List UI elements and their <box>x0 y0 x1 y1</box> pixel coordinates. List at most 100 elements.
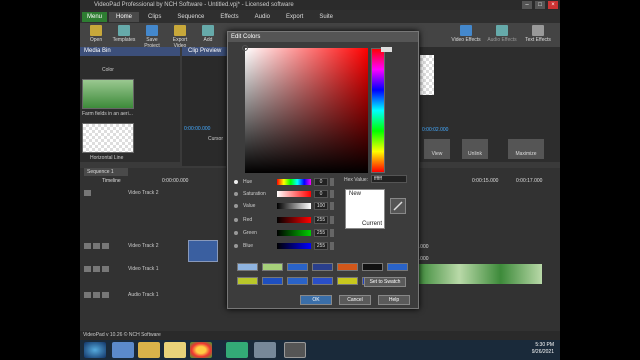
green-input[interactable]: 255 <box>314 229 328 237</box>
red-spinner[interactable] <box>330 216 334 224</box>
view-button[interactable]: View <box>424 139 450 159</box>
hue-spinner[interactable] <box>330 178 334 186</box>
value-bar[interactable] <box>277 203 311 209</box>
swatch-8[interactable] <box>237 277 258 285</box>
swatch-9[interactable] <box>262 277 283 285</box>
red-input[interactable]: 255 <box>314 216 328 224</box>
menu-bar: Menu Home Clips Sequence Effects Audio E… <box>80 10 560 23</box>
templates-button[interactable]: Templates <box>110 23 138 47</box>
dialog-title: Edit Colors <box>228 32 418 42</box>
video-fx-icon <box>460 25 472 36</box>
maximize-preview-button[interactable]: Maximize <box>508 139 544 159</box>
menu-button[interactable]: Menu <box>82 11 108 22</box>
red-bar[interactable] <box>277 217 311 223</box>
color-compare-box: New Current <box>345 189 385 229</box>
taskbar-videopad-icon[interactable] <box>284 342 306 358</box>
taskbar-chrome-icon[interactable] <box>190 342 212 358</box>
value-radio[interactable] <box>234 204 238 208</box>
text-effects-button[interactable]: Text Effects <box>520 23 556 43</box>
set-to-swatch-button[interactable]: Set to Swatch <box>364 277 406 287</box>
taskbar-files-icon[interactable] <box>164 342 186 358</box>
cancel-button[interactable]: Cancel <box>339 295 371 305</box>
track-header-video-2: Video Track 2 <box>80 241 180 251</box>
swatch-11[interactable] <box>312 277 333 285</box>
taskbar-folder-icon[interactable] <box>138 342 160 358</box>
maximize-button[interactable]: □ <box>535 1 545 9</box>
value-input[interactable]: 100 <box>314 202 328 210</box>
ok-button[interactable]: OK <box>300 295 332 305</box>
taskbar-app-icon[interactable] <box>226 342 248 358</box>
video-clip-farm[interactable] <box>418 264 542 284</box>
tab-effects[interactable]: Effects <box>213 12 245 22</box>
taskbar-app2-icon[interactable] <box>254 342 276 358</box>
ribbon-effects-group: Video Effects Audio Effects Text Effects <box>448 23 556 43</box>
media-item-farm[interactable] <box>82 79 134 109</box>
swatch-5[interactable] <box>337 263 358 271</box>
video-effects-button[interactable]: Video Effects <box>448 23 484 43</box>
minimize-button[interactable]: – <box>522 1 532 9</box>
sequence-tab[interactable]: Sequence 1 <box>84 168 128 176</box>
tab-export[interactable]: Export <box>279 12 310 22</box>
value-spinner[interactable] <box>330 202 334 210</box>
save-project-button[interactable]: Save Project <box>138 23 166 49</box>
swatch-6[interactable] <box>362 263 383 271</box>
tab-suite[interactable]: Suite <box>312 12 340 22</box>
hue-radio[interactable] <box>234 180 238 184</box>
green-spinner[interactable] <box>330 229 334 237</box>
video-clip-selected[interactable] <box>188 240 218 262</box>
red-radio[interactable] <box>234 218 238 222</box>
hue-bar[interactable] <box>277 179 311 185</box>
media-bin-panel: Media Bin Color Farm fields in an aeri..… <box>80 47 180 162</box>
saturation-spinner[interactable] <box>330 190 334 198</box>
unlink-button[interactable]: Unlink <box>462 139 488 159</box>
swatch-10[interactable] <box>287 277 308 285</box>
blue-bar[interactable] <box>277 243 311 249</box>
start-button[interactable] <box>84 342 106 358</box>
blue-input[interactable]: 255 <box>314 242 328 250</box>
tab-sequence[interactable]: Sequence <box>170 12 211 22</box>
hex-input[interactable]: ffffff <box>371 175 407 183</box>
taskbar-clock: 5:30 PM 9/26/2021 <box>531 342 554 355</box>
tab-audio[interactable]: Audio <box>248 12 277 22</box>
saturation-value-picker[interactable] <box>242 45 368 173</box>
sequence-preview-panel: 0:00:02.000 Unlink Maximize View <box>420 47 560 162</box>
close-button[interactable]: × <box>548 1 558 9</box>
media-bin-tab[interactable]: Media Bin <box>80 47 180 56</box>
eyedropper-button[interactable] <box>390 198 406 214</box>
open-button[interactable]: Open <box>82 23 110 47</box>
tab-home[interactable]: Home <box>109 11 140 22</box>
picker-marker[interactable] <box>242 45 248 51</box>
hue-slider-handle[interactable] <box>381 47 392 52</box>
swatch-1[interactable] <box>237 263 258 271</box>
media-item-line-caption: Horizontal Line <box>90 155 124 161</box>
export-video-button[interactable]: Export Video <box>166 23 194 49</box>
add-button[interactable]: Add <box>194 23 222 47</box>
swatch-12[interactable] <box>337 277 358 285</box>
media-item-horizontal-line[interactable] <box>82 123 134 153</box>
track-header-video-1: Video Track 1 <box>80 264 180 274</box>
hue-strip[interactable] <box>371 47 392 173</box>
clip-preview-tab[interactable]: Clip Preview <box>182 47 227 56</box>
hue-input[interactable]: 0 <box>314 178 328 186</box>
time-marker-17: 0:00:17.000 <box>516 178 543 184</box>
saturation-input[interactable]: 0 <box>314 190 328 198</box>
green-radio[interactable] <box>234 231 238 235</box>
swatch-3[interactable] <box>287 263 308 271</box>
current-color-label: Current <box>361 221 382 227</box>
windows-taskbar: 5:30 PM 9/26/2021 <box>80 340 560 360</box>
green-bar[interactable] <box>277 230 311 236</box>
help-button[interactable]: Help <box>378 295 410 305</box>
blue-spinner[interactable] <box>330 242 334 250</box>
saturation-bar[interactable] <box>277 191 311 197</box>
swatch-7[interactable] <box>387 263 408 271</box>
swatch-2[interactable] <box>262 263 283 271</box>
audio-fx-icon <box>496 25 508 36</box>
tab-clips[interactable]: Clips <box>141 12 168 22</box>
swatch-4[interactable] <box>312 263 333 271</box>
audio-effects-button[interactable]: Audio Effects <box>484 23 520 43</box>
track-header-video-2-top: Video Track 2 <box>80 188 180 198</box>
blue-radio[interactable] <box>234 244 238 248</box>
saturation-radio[interactable] <box>234 192 238 196</box>
value-row: Value 100 <box>234 201 339 211</box>
taskbar-explorer-icon[interactable] <box>112 342 134 358</box>
